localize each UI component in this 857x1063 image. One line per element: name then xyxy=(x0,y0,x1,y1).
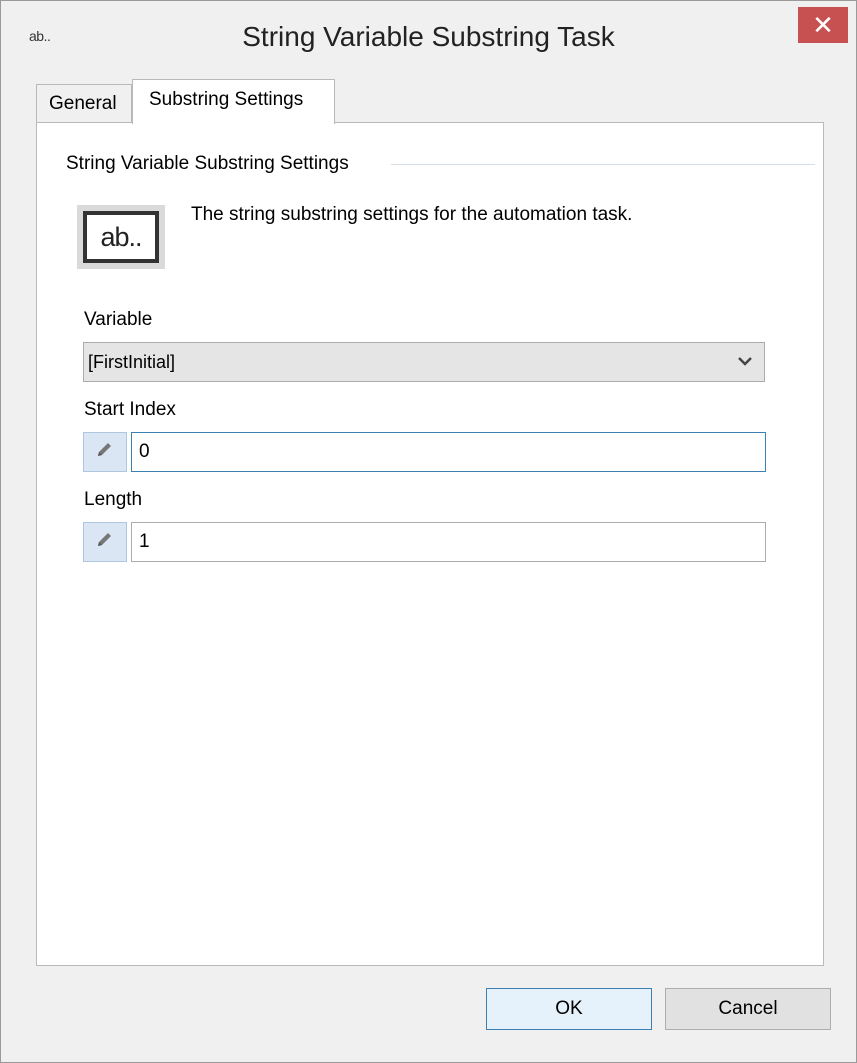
task-icon: ab.. xyxy=(77,205,165,269)
start-index-input[interactable]: 0 xyxy=(131,432,766,472)
start-index-edit-button[interactable] xyxy=(83,432,127,472)
ok-button[interactable]: OK xyxy=(486,988,652,1030)
tab-general[interactable]: General xyxy=(36,84,132,123)
description-text: The string substring settings for the au… xyxy=(191,204,633,225)
variable-label: Variable xyxy=(84,309,153,330)
window-title: String Variable Substring Task xyxy=(242,21,615,52)
group-divider xyxy=(391,164,815,165)
title-bar[interactable]: ab.. String Variable Substring Task ✕ xyxy=(1,1,856,79)
start-index-label: Start Index xyxy=(84,399,176,420)
group-title: String Variable Substring Settings xyxy=(66,153,349,174)
dialog-window: ab.. String Variable Substring Task ✕ Ge… xyxy=(0,0,857,1063)
pencil-icon xyxy=(95,529,115,555)
cancel-button[interactable]: Cancel xyxy=(665,988,831,1030)
variable-selected-value: [FirstInitial] xyxy=(88,352,176,372)
tab-substring-settings[interactable]: Substring Settings xyxy=(132,79,335,124)
length-label: Length xyxy=(84,489,143,510)
tab-general-label: General xyxy=(49,93,117,114)
length-edit-button[interactable] xyxy=(83,522,127,562)
task-icon-glyph: ab.. xyxy=(83,211,159,263)
variable-select[interactable]: [FirstInitial] xyxy=(83,342,765,382)
close-button[interactable]: ✕ xyxy=(798,7,848,43)
close-icon: ✕ xyxy=(812,9,834,40)
tab-substring-settings-label: Substring Settings xyxy=(149,89,304,110)
pencil-icon xyxy=(95,439,115,465)
length-input[interactable]: 1 xyxy=(131,522,766,562)
chevron-down-icon[interactable] xyxy=(738,350,752,371)
